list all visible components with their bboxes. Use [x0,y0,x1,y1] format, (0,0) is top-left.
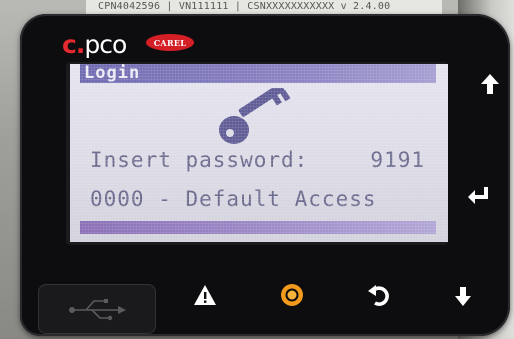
down-arrow-icon [455,287,471,306]
alarm-triangle-icon [194,285,216,305]
program-button[interactable] [276,279,308,311]
usb-port-cover[interactable] [38,284,156,334]
program-circle-icon [281,284,303,306]
escape-icon [368,285,389,306]
enter-button[interactable] [462,180,494,212]
sticker-text: CPN4042596 | VN111111 | CSNXXXXXXXXXXX v… [98,1,391,12]
up-arrow-icon [481,74,499,94]
down-button[interactable] [448,280,478,312]
screen-title: Login [84,64,141,83]
carel-badge: CAREL [146,34,194,51]
up-button[interactable] [474,68,506,100]
password-label: Insert password: [90,148,309,172]
key-icon [219,88,291,144]
usb-icon [69,299,126,321]
bottom-bar [80,221,436,234]
default-access-hint: 0000 - Default Access [90,187,377,211]
alarm-button[interactable] [190,280,220,310]
title-bar: Login [80,64,436,83]
brand-logo: c. pco [62,30,127,59]
brand-c: c. [62,30,85,59]
lcd-screen: Login Insert password: 9191 0000 - Defau… [70,64,448,242]
enter-icon [468,187,488,204]
escape-button[interactable] [362,279,394,311]
password-input[interactable]: 9191 [370,148,425,172]
brand-pco: pco [84,30,127,59]
